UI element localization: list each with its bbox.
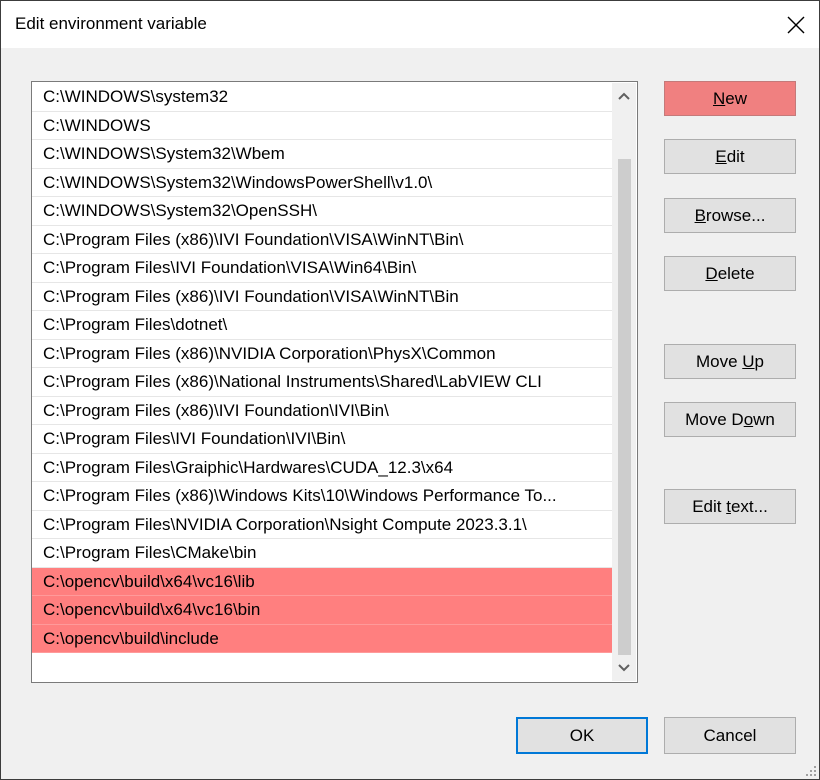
window-title: Edit environment variable [15,14,207,33]
list-item[interactable]: C:\Program Files (x86)\Windows Kits\10\W… [32,482,612,511]
list-item-text: C:\Program Files\CMake\bin [43,543,257,562]
list-item[interactable]: C:\Program Files\IVI Foundation\VISA\Win… [32,254,612,283]
list-item-text: C:\Program Files (x86)\NVIDIA Corporatio… [43,343,496,363]
list-item-text: C:\Program Files\IVI Foundation\VISA\Win… [43,258,417,277]
list-item-text: C:\WINDOWS\System32\WindowsPowerShell\v1… [43,172,433,192]
list-item[interactable]: C:\WINDOWS\System32\WindowsPowerShell\v1… [32,169,612,197]
delete-button[interactable]: Delete [664,256,796,291]
edit-button[interactable]: Edit [664,139,796,174]
list-item[interactable]: C:\opencv\build\include [32,624,612,653]
list-item[interactable]: C:\Program Files\Graiphic\Hardwares\CUDA… [32,454,612,482]
edit-text-button[interactable]: Edit text... [664,489,796,524]
list-item[interactable]: C:\Program Files (x86)\NVIDIA Corporatio… [32,340,612,368]
list-item-text: C:\Program Files (x86)\IVI Foundation\IV… [43,400,389,420]
list-item[interactable]: C:\Program Files\CMake\bin [32,539,612,568]
list-item-text: C:\Program Files (x86)\IVI Foundation\VI… [43,229,464,249]
list-item[interactable]: C:\Program Files (x86)\IVI Foundation\VI… [32,226,612,254]
scroll-thumb[interactable] [618,159,631,655]
list-item[interactable]: C:\Program Files (x86)\IVI Foundation\IV… [32,397,612,425]
list-item-text: C:\WINDOWS\system32 [43,87,229,106]
list-item-text: C:\opencv\build\include [43,628,219,648]
list-item-text: C:\Program Files (x86)\Windows Kits\10\W… [43,486,557,505]
scroll-up-button[interactable] [612,83,636,109]
list-item[interactable]: C:\Program Files (x86)\IVI Foundation\VI… [32,283,612,311]
path-list: C:\WINDOWS\system32 C:\WINDOWS C:\WINDOWS\… [32,83,612,653]
list-item[interactable]: C:\Program Files (x86)\National Instrume… [32,368,612,397]
list-item[interactable]: C:\Program Files\dotnet\ [32,311,612,340]
list-item-text: C:\Program Files (x86)\National Instrume… [43,372,542,391]
list-item-text: C:\opencv\build\x64\vc16\lib [43,571,255,591]
list-item[interactable]: C:\opencv\build\x64\vc16\lib [32,567,612,596]
move-up-button[interactable]: Move Up [664,344,796,379]
scroll-down-button[interactable] [612,655,636,681]
list-item[interactable]: C:\Program Files\NVIDIA Corporation\Nsig… [32,511,612,539]
list-item-text: C:\Program Files (x86)\IVI Foundation\VI… [43,286,459,306]
chevron-down-icon [618,664,630,672]
title-bar: Edit environment variable [1,1,819,48]
list-item[interactable]: C:\WINDOWS\System32\OpenSSH\ [32,197,612,226]
close-icon [787,16,805,33]
resize-grip-icon[interactable] [805,765,817,777]
list-item-text: C:\WINDOWS\System32\OpenSSH\ [43,201,317,220]
new-button[interactable]: New [664,81,796,116]
list-item-text: C:\Program Files\NVIDIA Corporation\Nsig… [43,514,527,534]
list-item[interactable]: C:\WINDOWS\System32\Wbem [32,140,612,169]
list-item-text: C:\Program Files\dotnet\ [43,315,228,334]
chevron-up-icon [618,92,630,100]
edit-env-variable-dialog: Edit environment variable C:\WINDOWS\sys… [0,0,820,780]
move-down-button[interactable]: Move Down [664,402,796,437]
list-item-text: C:\Program Files\Graiphic\Hardwares\CUDA… [43,457,454,477]
list-item-text: C:\WINDOWS\System32\Wbem [43,144,285,163]
list-item[interactable]: C:\Program Files\IVI Foundation\IVI\Bin\ [32,425,612,454]
path-listbox[interactable]: C:\WINDOWS\system32 C:\WINDOWS C:\WINDOWS\… [31,81,638,683]
browse-button[interactable]: Browse... [664,198,796,233]
list-item-text: C:\opencv\build\x64\vc16\bin [43,600,261,619]
vertical-scrollbar[interactable] [612,83,636,681]
list-item[interactable]: C:\opencv\build\x64\vc16\bin [32,596,612,625]
list-item[interactable]: C:\WINDOWS [32,112,612,140]
list-item-text: C:\Program Files\IVI Foundation\IVI\Bin\ [43,429,346,448]
list-item[interactable]: C:\WINDOWS\system32 [32,83,612,112]
list-item-text: C:\WINDOWS [43,115,151,135]
close-button[interactable] [773,1,819,48]
cancel-button[interactable]: Cancel [664,717,796,754]
ok-button[interactable]: OK [516,717,648,754]
